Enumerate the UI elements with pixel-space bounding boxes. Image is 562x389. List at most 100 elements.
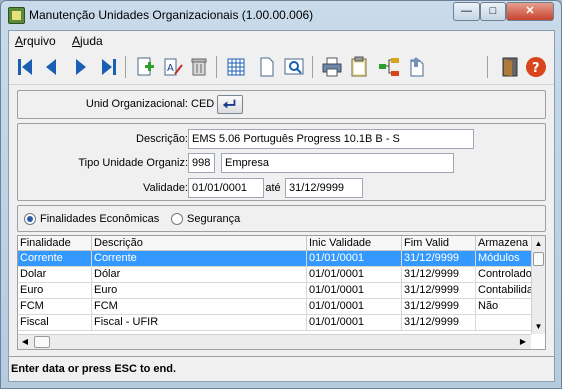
cell-inic-validade: 01/01/0001 — [307, 267, 402, 283]
edit-button[interactable]: A — [161, 55, 185, 79]
finalidades-radio[interactable]: Finalidades Econômicas — [24, 213, 159, 225]
app-window: Manutenção Unidades Organizacionais (1.0… — [0, 0, 562, 389]
vertical-scrollbar[interactable]: ▲ ▼ — [531, 236, 545, 334]
add-button[interactable] — [133, 55, 157, 79]
toolbar: A ? — [9, 51, 554, 85]
tipo-code-field[interactable]: 998 — [188, 153, 215, 173]
cell-finalidade: Dolar — [18, 267, 92, 283]
client-area: Arquivo Ajuda A ? Unid Organizacional: C… — [8, 30, 555, 382]
app-icon — [8, 7, 25, 24]
close-button[interactable]: ✕ — [506, 2, 554, 21]
cell-fim-valid: 31/12/9999 — [402, 267, 476, 283]
edit-icon: A — [164, 58, 183, 76]
cell-armazena — [476, 315, 531, 331]
column-header[interactable]: Descrição — [92, 236, 307, 251]
unid-field[interactable]: CED — [188, 95, 215, 115]
horizontal-scrollbar[interactable]: ◀ ▶ — [18, 334, 531, 349]
cell-finalidade: FCM — [18, 299, 92, 315]
details-panel: Descrição: EMS 5.06 Português Progress 1… — [17, 123, 546, 201]
print-icon — [322, 57, 342, 77]
title-bar[interactable]: Manutenção Unidades Organizacionais (1.0… — [1, 1, 561, 29]
prev-record-button[interactable] — [39, 55, 63, 79]
scroll-down-icon[interactable]: ▼ — [532, 319, 545, 334]
tipo-desc-field: Empresa — [221, 153, 454, 173]
scroll-left-icon[interactable]: ◀ — [18, 335, 32, 349]
grid-icon — [227, 58, 245, 76]
first-icon — [18, 59, 32, 75]
cell-armazena: Módulos — [478, 252, 520, 264]
cell-inic-validade: 01/01/0001 — [307, 299, 402, 315]
toolbar-separator — [216, 56, 217, 78]
table-row[interactable]: Fiscal Fiscal - UFIR 01/01/0001 31/12/99… — [18, 315, 531, 331]
descricao-field[interactable]: EMS 5.06 Português Progress 10.1B B - S — [188, 129, 474, 149]
last-record-button[interactable] — [97, 55, 121, 79]
first-record-button[interactable] — [13, 55, 37, 79]
cell-descricao: FCM — [92, 299, 307, 315]
next-icon — [76, 59, 86, 75]
cell-finalidade: Corrente — [18, 251, 92, 267]
table-row[interactable]: FCM FCM 01/01/0001 31/12/9999 Não — [18, 299, 531, 315]
table-row[interactable]: Euro Euro 01/01/0001 31/12/9999 Contabil… — [18, 283, 531, 299]
table-row[interactable]: Dolar Dólar 01/01/0001 31/12/9999 Contro… — [18, 267, 531, 283]
next-record-button[interactable] — [69, 55, 93, 79]
last-icon — [102, 59, 116, 75]
export-icon — [410, 57, 424, 77]
svg-text:?: ? — [532, 61, 540, 76]
window-title: Manutenção Unidades Organizacionais (1.0… — [29, 8, 314, 22]
column-header[interactable]: Armazena — [476, 236, 531, 251]
cell-fim-valid: 31/12/9999 — [402, 299, 476, 315]
finalidades-label: Finalidades Econômicas — [40, 213, 160, 225]
toolbar-separator — [312, 56, 313, 78]
scroll-up-icon[interactable]: ▲ — [532, 236, 545, 251]
horizontal-scroll-thumb[interactable] — [34, 336, 50, 348]
cell-fim-valid: 31/12/9999 — [402, 283, 476, 299]
cell-armazena: Não — [478, 300, 499, 312]
preview-button[interactable] — [282, 55, 306, 79]
cell-descricao: Euro — [92, 283, 307, 299]
column-header[interactable]: Inic Validade — [307, 236, 402, 251]
go-button[interactable] — [217, 95, 243, 114]
cell-inic-validade: 01/01/0001 — [307, 251, 402, 267]
cell-finalidade: Euro — [18, 283, 92, 299]
scroll-right-icon[interactable]: ▶ — [516, 335, 530, 349]
clipboard-icon — [351, 56, 367, 77]
validade-to-field[interactable]: 31/12/9999 — [285, 178, 363, 198]
menu-ajuda[interactable]: Ajuda — [72, 34, 103, 48]
cell-finalidade: Fiscal — [18, 315, 92, 331]
descricao-label: Descrição: — [136, 133, 188, 145]
seguranca-radio[interactable]: Segurança — [171, 213, 240, 225]
cell-inic-validade: 01/01/0001 — [307, 283, 402, 299]
validade-from-field[interactable]: 01/01/0001 — [188, 178, 264, 198]
export-button[interactable] — [405, 55, 429, 79]
prev-icon — [46, 59, 56, 75]
status-text: Enter data or press ESC to end. — [11, 363, 177, 375]
cell-descricao: Dólar — [92, 267, 307, 283]
maximize-button[interactable]: □ — [480, 2, 506, 21]
help-button[interactable]: ? — [524, 55, 548, 79]
exit-icon — [502, 57, 518, 77]
vertical-scroll-thumb[interactable] — [533, 252, 544, 266]
unid-label: Unid Organizacional: — [85, 98, 188, 110]
delete-button[interactable] — [187, 55, 211, 79]
cell-descricao: Fiscal - UFIR — [92, 315, 307, 331]
cell-armazena: Contabilida — [478, 284, 531, 296]
menu-arquivo[interactable]: Arquivo — [15, 34, 56, 48]
table-row[interactable]: Corrente Corrente 01/01/0001 31/12/9999 … — [18, 251, 531, 267]
document-button[interactable] — [255, 55, 279, 79]
column-header[interactable]: Finalidade — [18, 236, 92, 251]
minimize-button[interactable]: — — [453, 2, 480, 21]
column-header[interactable]: Fim Valid — [402, 236, 476, 251]
ate-label: até — [265, 182, 281, 194]
structure-button[interactable] — [377, 55, 401, 79]
print-button[interactable] — [320, 55, 344, 79]
toolbar-separator — [125, 56, 126, 78]
grid-button[interactable] — [224, 55, 248, 79]
preview-icon — [284, 58, 304, 75]
cell-inic-validade: 01/01/0001 — [307, 315, 402, 331]
radio-selected-icon — [24, 213, 36, 225]
exit-button[interactable] — [498, 55, 522, 79]
svg-text:A: A — [167, 63, 174, 74]
clipboard-button[interactable] — [347, 55, 371, 79]
radio-unselected-icon — [171, 213, 183, 225]
cell-fim-valid: 31/12/9999 — [402, 315, 476, 331]
